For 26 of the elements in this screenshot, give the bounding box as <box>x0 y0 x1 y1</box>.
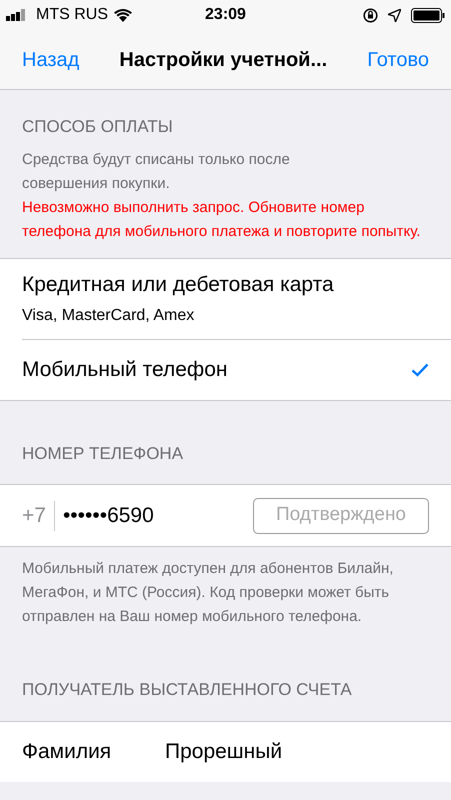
option-subtitle: Visa, MasterCard, Amex <box>22 306 196 326</box>
checkmark-icon <box>411 362 429 376</box>
wifi-icon <box>114 8 132 22</box>
location-icon <box>388 8 401 22</box>
option-title: Мобильный телефон <box>22 356 228 383</box>
verified-badge: Подтверждено <box>252 498 429 534</box>
rotation-lock-icon <box>363 8 378 22</box>
phone-footer: Мобильный платеж доступен для абонентов Билайн, МегаФон, и МТС (Россия). Код проверки может быть отправлен на Ваш номер мобильного телефона. <box>0 547 451 629</box>
section-header: ПОЛУЧАТЕЛЬ ВЫСТАВЛЕННОГО СЧЕТА <box>21 679 353 701</box>
screen-title: Настройки учетной... <box>119 48 328 72</box>
phone-number: ••••••6590 <box>62 502 155 529</box>
done-button[interactable]: Готово <box>367 44 429 74</box>
country-code: +7 <box>22 500 55 530</box>
field-value: Прорешный <box>165 738 282 765</box>
payment-option[interactable]: Кредитная или дебетовая карта Visa, MasterCard, Amex <box>22 258 451 338</box>
payment-note: Средства будут списаны только после совершения покупки. <box>22 150 291 194</box>
clock-time: 23:09 <box>204 5 247 25</box>
section-header: НОМЕР ТЕЛЕФОНА <box>21 442 184 464</box>
error-message: Невозможно выполнить запрос. Обновите номер телефона для мобильного платежа и повторите попытку. <box>22 198 422 242</box>
carrier-name: MTS RUS <box>36 5 108 25</box>
field-label: Фамилия <box>22 738 112 765</box>
back-button[interactable]: Назад <box>22 44 80 74</box>
payment-option[interactable]: Мобильный телефон <box>22 338 451 400</box>
battery-icon <box>411 8 445 22</box>
option-title: Кредитная или дебетовая карта <box>22 272 335 298</box>
section-header: СПОСОБ ОПЛАТЫ <box>22 116 174 138</box>
